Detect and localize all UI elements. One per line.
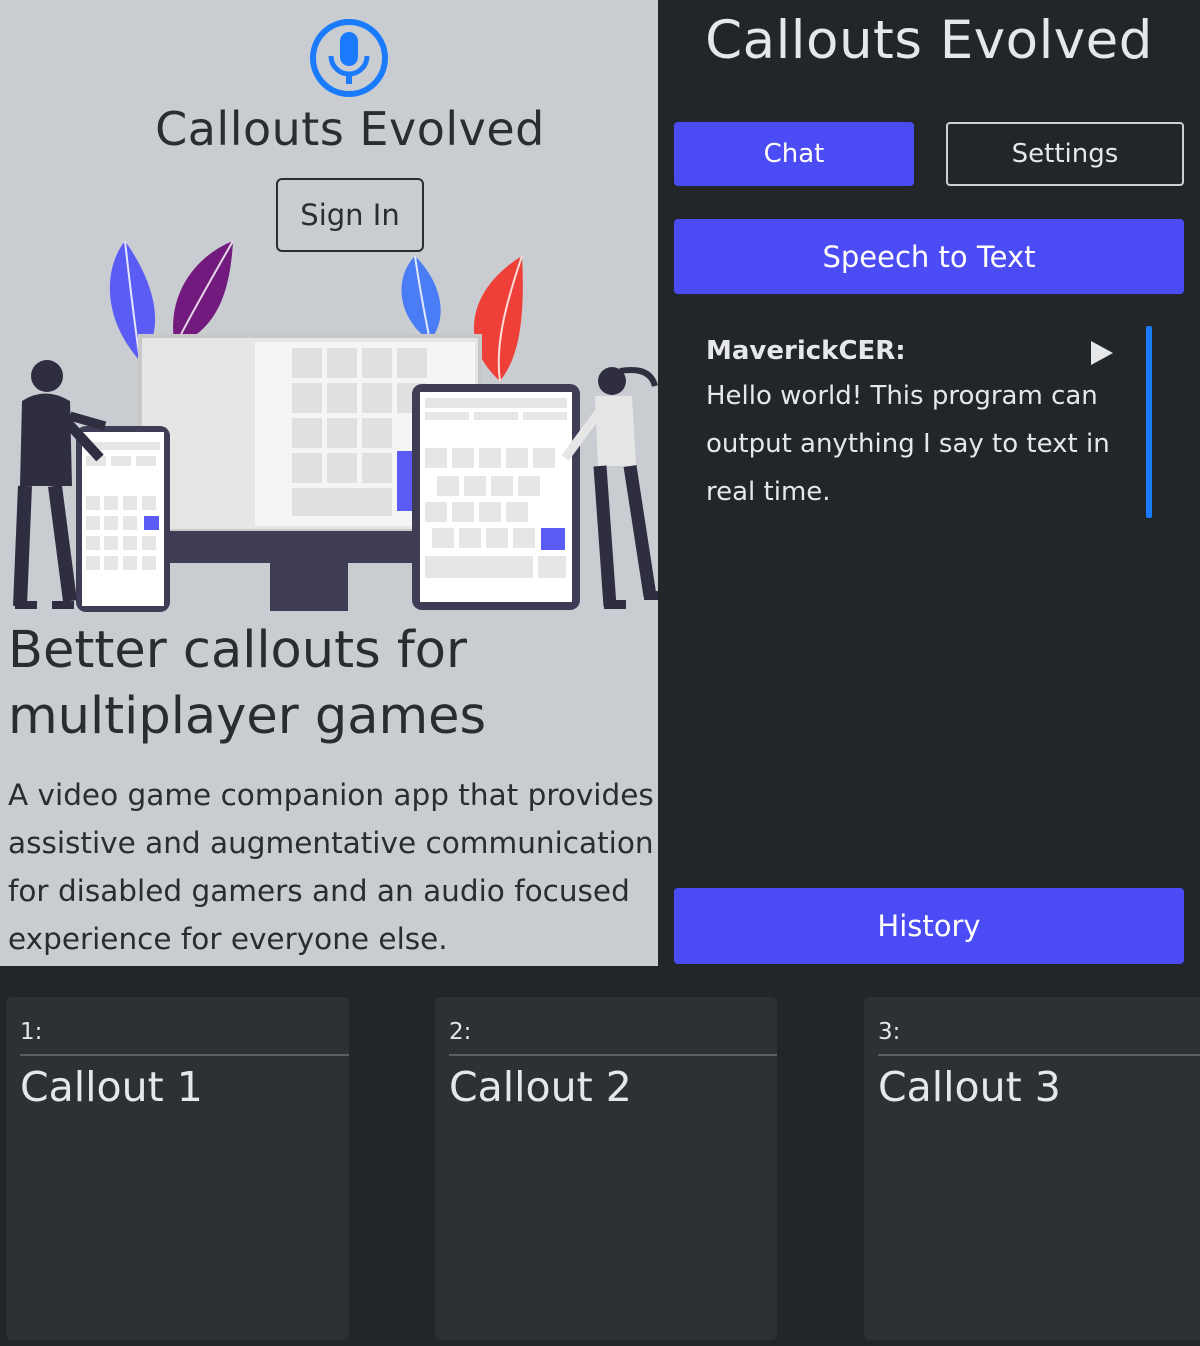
divider xyxy=(878,1054,1200,1056)
callout-card-1[interactable]: 1: Callout 1 xyxy=(6,997,349,1340)
microphone-icon xyxy=(310,19,388,97)
callout-label: Callout 3 xyxy=(878,1063,1061,1111)
play-icon[interactable] xyxy=(1089,340,1115,366)
chat-message: MaverickCER: Hello world! This program c… xyxy=(706,330,1116,516)
callout-label: Callout 2 xyxy=(449,1063,632,1111)
history-button[interactable]: History xyxy=(674,888,1184,964)
landing-panel: Callouts Evolved Sign In Better callouts… xyxy=(0,0,658,966)
callout-number: 3: xyxy=(878,1019,901,1045)
tab-chat[interactable]: Chat xyxy=(674,122,914,186)
hero-illustration xyxy=(13,240,658,612)
hero-headline: Better callouts for multiplayer games xyxy=(8,621,487,746)
callout-label: Callout 1 xyxy=(20,1063,203,1111)
callout-card-2[interactable]: 2: Callout 2 xyxy=(435,997,777,1340)
message-username: MaverickCER: xyxy=(706,336,906,366)
message-text: Hello world! This program can output any… xyxy=(706,381,1110,507)
callout-number: 2: xyxy=(449,1019,472,1045)
chat-scrollbar[interactable] xyxy=(1146,326,1152,518)
divider xyxy=(20,1054,349,1056)
tab-settings[interactable]: Settings xyxy=(946,122,1184,186)
speech-to-text-button[interactable]: Speech to Text xyxy=(674,219,1184,294)
hero-description: A video game companion app that provides… xyxy=(8,778,654,956)
callout-number: 1: xyxy=(20,1019,43,1045)
app-title: Callouts Evolved xyxy=(705,10,1153,71)
brand-title: Callouts Evolved xyxy=(155,102,545,156)
divider xyxy=(449,1054,777,1056)
callout-card-3[interactable]: 3: Callout 3 xyxy=(864,997,1200,1340)
